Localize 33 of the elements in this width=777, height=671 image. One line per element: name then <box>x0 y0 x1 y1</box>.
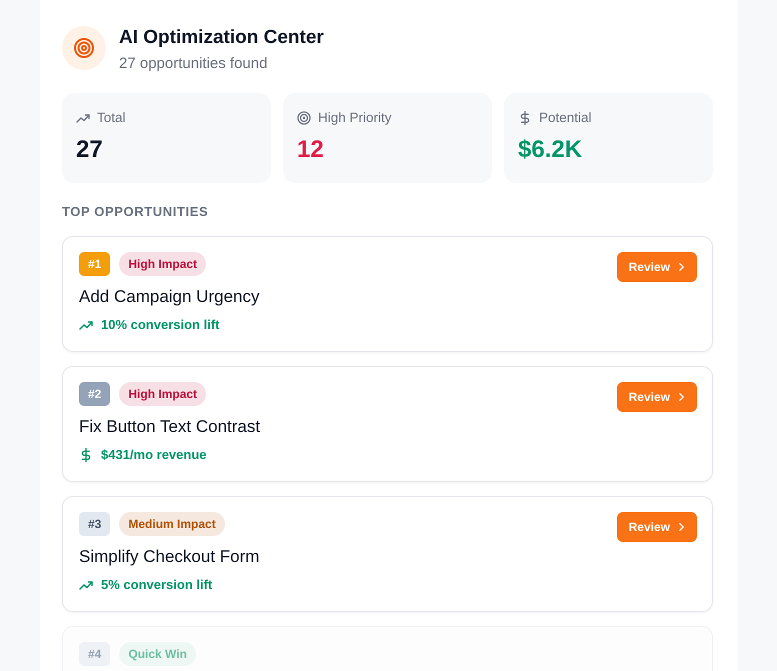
chevron-right-icon <box>678 392 685 402</box>
opportunity-title: Add Campaign Urgency <box>79 286 260 308</box>
opportunity-title: Simplify Checkout Form <box>79 546 260 568</box>
chevron-right-icon <box>678 522 685 532</box>
dollar-icon <box>79 448 93 462</box>
target-icon <box>297 111 311 125</box>
review-button[interactable]: Review <box>616 382 697 412</box>
impact-tag: High Impact <box>119 382 206 406</box>
rank-badge: #3 <box>79 512 110 536</box>
stat-value: $6.2K <box>518 135 582 165</box>
dollar-icon <box>518 111 532 125</box>
impact-tag: Medium Impact <box>119 512 225 536</box>
impact-tag: High Impact <box>119 252 206 276</box>
stat-label: Total <box>97 109 126 127</box>
rank-badge: #1 <box>79 252 110 276</box>
impact-tag: Quick Win <box>119 642 196 666</box>
stat-label: High Priority <box>318 109 392 127</box>
page-title: AI Optimization Center <box>119 26 324 50</box>
review-button[interactable]: Review <box>616 252 697 282</box>
rank-badge: #2 <box>79 382 110 406</box>
opportunity-title: Fix Button Text Contrast <box>79 416 260 438</box>
section-heading: TOP OPPORTUNITIES <box>62 203 208 221</box>
chevron-right-icon <box>678 262 685 272</box>
impact-metric: $431/mo revenue <box>101 446 207 464</box>
rank-badge: #4 <box>79 642 110 666</box>
target-icon <box>62 26 106 70</box>
impact-metric: 5% conversion lift <box>101 576 212 594</box>
stat-value: 27 <box>76 135 103 165</box>
impact-metric: 10% conversion lift <box>101 316 220 334</box>
review-button[interactable]: Review <box>616 512 697 542</box>
stat-label: Potential <box>539 109 592 127</box>
opportunity-count: 27 opportunities found <box>119 54 268 74</box>
stat-value: 12 <box>297 135 324 165</box>
